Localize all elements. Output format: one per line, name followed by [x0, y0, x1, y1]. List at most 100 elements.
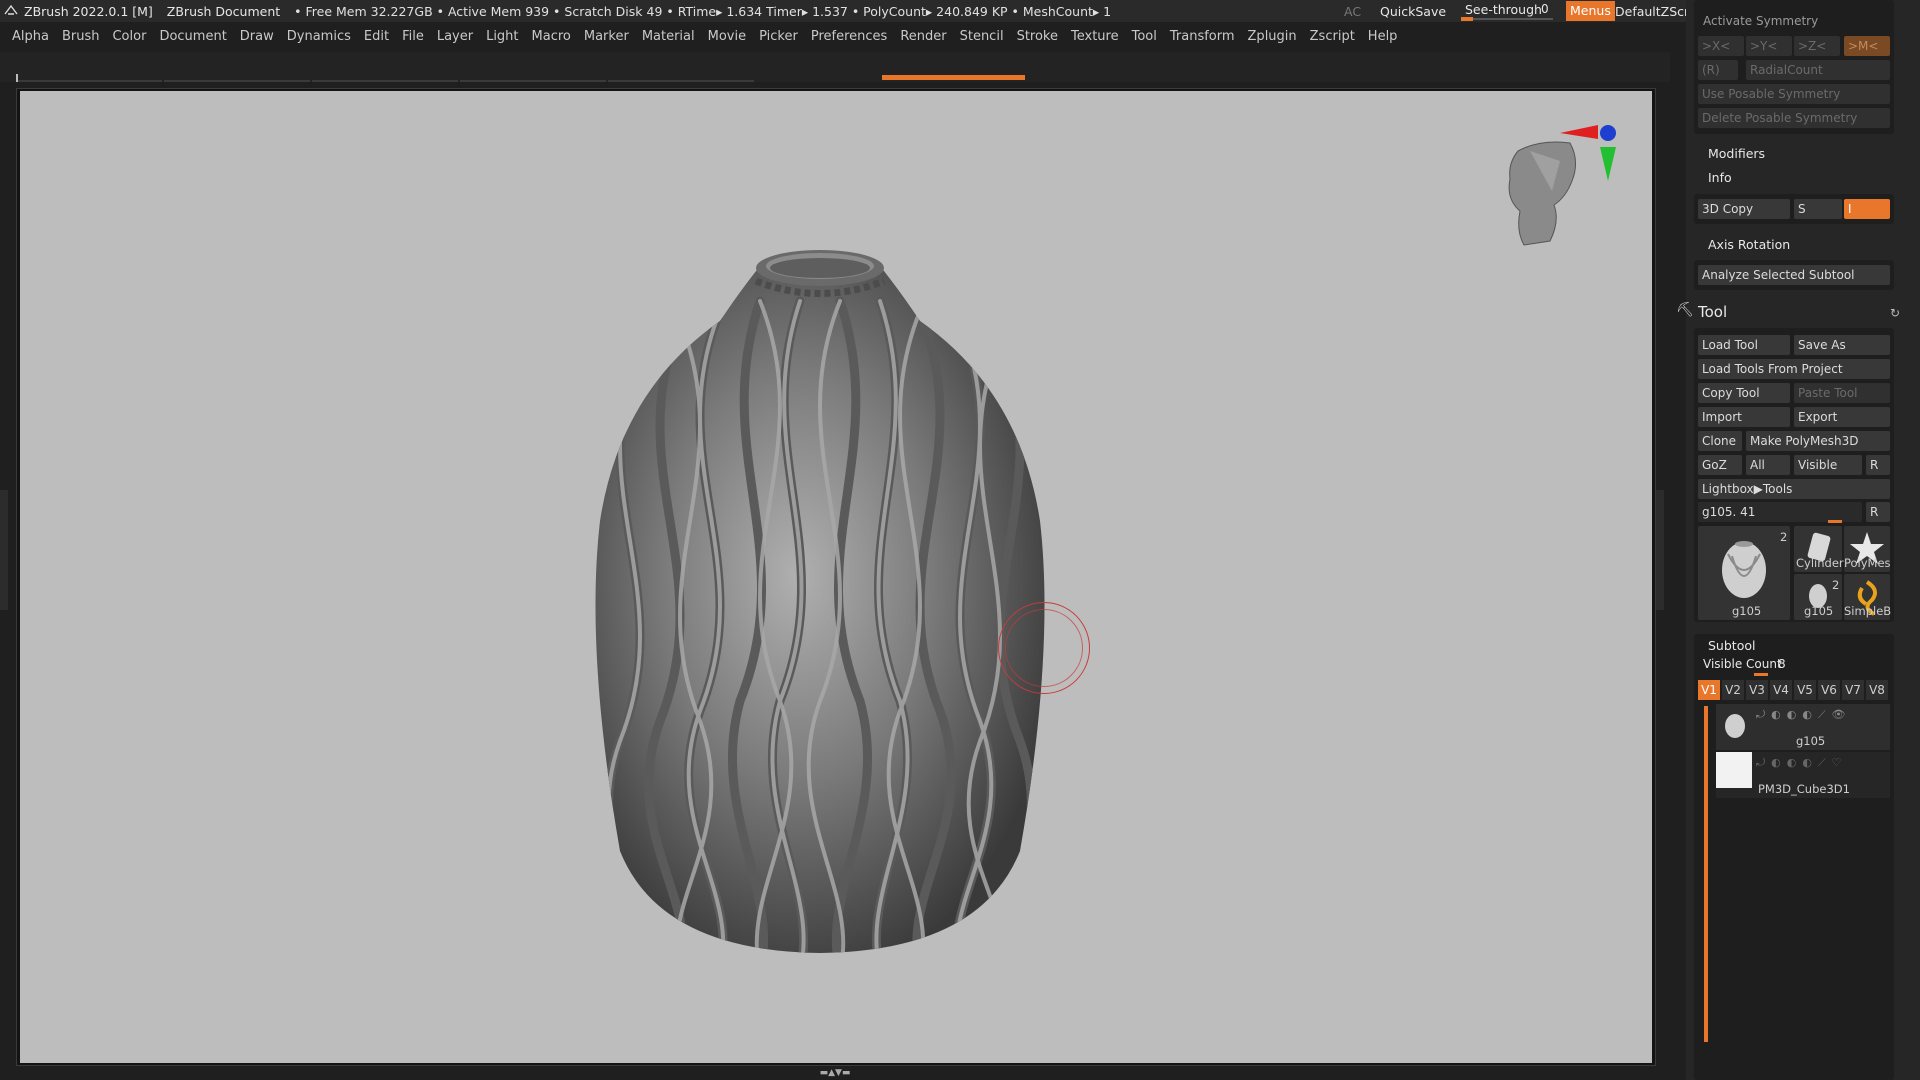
menu-preferences[interactable]: Preferences [811, 29, 887, 44]
tool-refresh-icon[interactable]: ↻ [1890, 306, 1900, 320]
subtool-name: PM3D_Cube3D1 [1758, 782, 1850, 796]
menu-movie[interactable]: Movie [708, 29, 746, 44]
ac-toggle[interactable]: AC [1344, 4, 1361, 19]
visible-count-slider-knob[interactable] [1754, 673, 1768, 676]
paste-tool-button[interactable]: Paste Tool [1794, 383, 1890, 403]
vase-model[interactable] [20, 91, 1652, 1063]
right-tray-toggle[interactable] [1656, 490, 1664, 610]
document-canvas[interactable] [20, 91, 1652, 1063]
info-header[interactable]: Info [1708, 170, 1732, 185]
menu-picker[interactable]: Picker [759, 29, 798, 44]
subtool-row[interactable]: ⤾◐◐◐⟋👁 g105 [1716, 704, 1890, 750]
delete-posable-symmetry-button[interactable]: Delete Posable Symmetry [1698, 108, 1890, 128]
export-button[interactable]: Export [1794, 407, 1890, 427]
menu-render[interactable]: Render [900, 29, 946, 44]
activate-symmetry-label[interactable]: Activate Symmetry [1703, 14, 1818, 28]
menu-edit[interactable]: Edit [364, 29, 389, 44]
thumb-caption: PolyMes [1844, 556, 1891, 570]
goz-all-button[interactable]: All [1746, 455, 1790, 475]
tool-pin-icon[interactable]: ⛏ [1676, 302, 1694, 320]
copy-tool-button[interactable]: Copy Tool [1698, 383, 1790, 403]
subtool-header[interactable]: Subtool [1708, 638, 1755, 653]
sym-z-button[interactable]: >Z< [1794, 36, 1840, 56]
axis-rotation-header[interactable]: Axis Rotation [1708, 237, 1790, 252]
sym-x-button[interactable]: >X< [1698, 36, 1744, 56]
menu-macro[interactable]: Macro [532, 29, 571, 44]
document-name: ZBrush Document [166, 3, 281, 19]
menu-zscript[interactable]: Zscript [1310, 29, 1355, 44]
menu-light[interactable]: Light [486, 29, 518, 44]
menu-texture[interactable]: Texture [1071, 29, 1119, 44]
i-toggle[interactable]: I [1844, 199, 1890, 219]
visible-count-value[interactable]: 8 [1778, 657, 1786, 671]
load-tools-from-project-button[interactable]: Load Tools From Project [1698, 359, 1890, 379]
menu-color[interactable]: Color [112, 29, 146, 44]
menu-brush[interactable]: Brush [62, 29, 100, 44]
3d-copy-button[interactable]: 3D Copy [1698, 199, 1790, 219]
main-menu-bar: Alpha Brush Color Document Draw Dynamics Edit F… [0, 24, 1410, 48]
visibility-set-v6[interactable]: V6 [1818, 680, 1840, 700]
goz-visible-button[interactable]: Visible [1794, 455, 1862, 475]
thumb-caption: SimpleB [1844, 604, 1892, 618]
menu-file[interactable]: File [402, 29, 424, 44]
menu-stencil[interactable]: Stencil [960, 29, 1004, 44]
visibility-set-v5[interactable]: V5 [1794, 680, 1816, 700]
title-bar: ZBrush 2022.0.1 [M] ZBrush Document • Fr… [0, 0, 1920, 22]
visibility-set-v7[interactable]: V7 [1842, 680, 1864, 700]
menu-marker[interactable]: Marker [584, 29, 629, 44]
menus-toggle-button[interactable]: Menus [1566, 1, 1615, 21]
thumb-caption: g105 [1732, 604, 1762, 618]
left-tray-toggle[interactable] [0, 490, 8, 610]
s-toggle[interactable]: S [1794, 199, 1842, 219]
sym-r-button[interactable]: (R) [1698, 60, 1738, 80]
see-through-slider[interactable]: See-through 0 [1461, 2, 1553, 21]
menu-transform[interactable]: Transform [1170, 29, 1235, 44]
top-shelf [0, 52, 1670, 82]
visibility-set-v1[interactable]: V1 [1698, 680, 1720, 700]
menu-tool[interactable]: Tool [1132, 29, 1157, 44]
subtool-section [1694, 634, 1894, 1080]
quicksave-button[interactable]: QuickSave [1380, 4, 1446, 19]
menu-document[interactable]: Document [159, 29, 226, 44]
menu-stroke[interactable]: Stroke [1017, 29, 1058, 44]
menu-material[interactable]: Material [642, 29, 695, 44]
menu-alpha[interactable]: Alpha [12, 29, 49, 44]
visibility-set-v2[interactable]: V2 [1722, 680, 1744, 700]
sym-y-button[interactable]: >Y< [1746, 36, 1792, 56]
thumb-count: 2 [1780, 530, 1788, 544]
shelf-marker [16, 74, 18, 82]
current-tool-slider-knob[interactable] [1828, 520, 1842, 523]
modifiers-header[interactable]: Modifiers [1708, 146, 1765, 161]
clone-button[interactable]: Clone [1698, 431, 1742, 451]
menu-dynamics[interactable]: Dynamics [287, 29, 351, 44]
import-button[interactable]: Import [1698, 407, 1790, 427]
visibility-set-v3[interactable]: V3 [1746, 680, 1768, 700]
save-as-button[interactable]: Save As [1794, 335, 1890, 355]
see-through-value: 0 [1541, 2, 1549, 16]
menu-help[interactable]: Help [1368, 29, 1398, 44]
subtool-row-controls-icon[interactable]: ⤾◐◐◐⟋♡ [1756, 756, 1847, 770]
menu-zplugin[interactable]: Zplugin [1248, 29, 1297, 44]
use-posable-symmetry-button[interactable]: Use Posable Symmetry [1698, 84, 1890, 104]
tool-r-button[interactable]: R [1866, 502, 1890, 522]
lightbox-tools-button[interactable]: Lightbox▶Tools [1698, 479, 1890, 499]
goz-button[interactable]: GoZ [1698, 455, 1742, 475]
subtool-scrollbar[interactable] [1704, 706, 1708, 1042]
load-tool-button[interactable]: Load Tool [1698, 335, 1790, 355]
current-tool-slider[interactable]: g105. 41 [1698, 502, 1862, 522]
make-polymesh3d-button[interactable]: Make PolyMesh3D [1746, 431, 1890, 451]
radial-count-slider[interactable]: RadialCount [1746, 60, 1890, 80]
goz-r-button[interactable]: R [1866, 455, 1890, 475]
visibility-set-v4[interactable]: V4 [1770, 680, 1792, 700]
tool-header[interactable]: Tool [1698, 303, 1727, 321]
visibility-set-v8[interactable]: V8 [1866, 680, 1888, 700]
analyze-selected-subtool-button[interactable]: Analyze Selected Subtool [1698, 265, 1890, 285]
subtool-row-controls-icon[interactable]: ⤾◐◐◐⟋👁 [1756, 708, 1852, 722]
subtool-row[interactable]: ⤾◐◐◐⟋♡ PM3D_Cube3D1 [1716, 752, 1890, 798]
orientation-gizmo[interactable] [1508, 125, 1616, 246]
thumb-caption: Cylinder [1796, 556, 1844, 570]
menu-layer[interactable]: Layer [437, 29, 473, 44]
bottom-tray-toggle-icon[interactable]: ▬▲▼▬ [770, 1069, 900, 1078]
sym-m-button[interactable]: >M< [1844, 36, 1890, 56]
menu-draw[interactable]: Draw [240, 29, 274, 44]
